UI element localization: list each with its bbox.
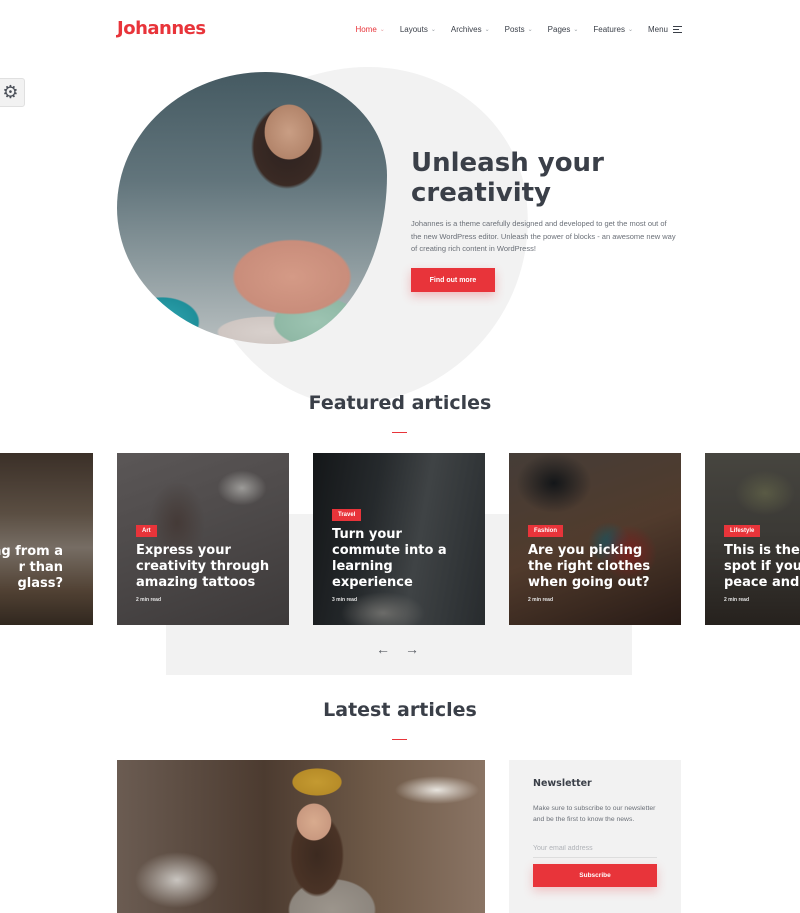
read-time: 2 min read: [136, 597, 162, 603]
hero-description: Johannes is a theme carefully designed a…: [411, 219, 676, 253]
arrow-left-icon[interactable]: ←: [376, 642, 390, 656]
nav-item-archives[interactable]: Archives ⌄: [451, 25, 490, 34]
newsletter-description: Make sure to subscribe to our newsletter…: [533, 805, 656, 823]
featured-card[interactable]: Lifestyle This is the p spot if you peac…: [705, 453, 800, 625]
latest-articles-title: Latest articles: [323, 699, 477, 721]
nav-label: Features: [593, 25, 625, 34]
card-title-line: Turn your: [332, 527, 402, 542]
card-title[interactable]: This is the p spot if you peace and: [724, 543, 800, 591]
nav-label: Layouts: [399, 25, 428, 34]
card-content: Travel Turn your commute into a learning…: [332, 503, 485, 603]
card-title[interactable]: ng from a r than glass?: [0, 544, 93, 592]
hero-title-line: Unleash your: [411, 148, 604, 178]
card-title-line: ng from a: [0, 544, 63, 559]
card-title-line: when going out?: [528, 575, 650, 590]
chevron-down-icon: ⌄: [627, 27, 633, 33]
nav-item-posts[interactable]: Posts ⌄: [505, 25, 533, 34]
featured-card[interactable]: Art Express your creativity through amaz…: [117, 453, 289, 625]
chevron-down-icon: ⌄: [484, 27, 490, 33]
chevron-down-icon: ⌄: [527, 27, 533, 33]
card-title-line: commute into a: [332, 543, 447, 558]
nav-item-layouts[interactable]: Layouts ⌄: [400, 25, 436, 34]
hero-title: Unleash your creativity: [411, 148, 671, 208]
card-content: ng from a r than glass?: [0, 544, 93, 592]
hamburger-icon: [673, 26, 682, 33]
card-overlay: [0, 453, 93, 625]
card-content: Art Express your creativity through amaz…: [136, 519, 289, 603]
card-title-line: the right clothes: [528, 559, 651, 574]
card-content: Lifestyle This is the p spot if you peac…: [724, 519, 800, 603]
nav-item-home[interactable]: Home ⌄: [355, 25, 384, 34]
card-title-line: This is the p: [724, 543, 800, 558]
nav-item-features[interactable]: Features ⌄: [593, 25, 633, 34]
newsletter-title: Newsletter: [533, 778, 592, 789]
card-title-line: learning: [332, 559, 393, 574]
settings-button[interactable]: ⚙: [0, 78, 25, 107]
card-title-line: creativity through: [136, 559, 270, 574]
newsletter-widget: Newsletter Make sure to subscribe to our…: [509, 760, 681, 913]
card-title[interactable]: Are you picking the right clothes when g…: [528, 543, 681, 591]
category-badge[interactable]: Travel: [332, 509, 362, 521]
card-title-line: amazing tattoos: [136, 575, 256, 590]
card-title-line: peace and: [724, 575, 800, 590]
chevron-down-icon: ⌄: [379, 27, 385, 33]
main-nav: Home ⌄ Layouts ⌄ Archives ⌄ Posts ⌄ Page…: [340, 25, 682, 34]
card-title-line: r than: [18, 560, 63, 575]
chevron-down-icon: ⌄: [430, 27, 436, 33]
chevron-down-icon: ⌄: [573, 27, 579, 33]
card-title[interactable]: Express your creativity through amazing …: [136, 543, 289, 591]
nav-label: Pages: [547, 25, 571, 34]
latest-article-image[interactable]: [117, 760, 485, 913]
category-badge[interactable]: Art: [136, 525, 157, 537]
card-title-line: glass?: [17, 576, 63, 591]
card-title[interactable]: Turn your commute into a learning experi…: [332, 527, 485, 591]
subscribe-button[interactable]: Subscribe: [533, 864, 657, 887]
card-title-line: experience: [332, 575, 413, 590]
section-divider: [392, 432, 407, 433]
read-time: 3 min read: [332, 597, 358, 603]
menu-button[interactable]: Menu: [648, 25, 682, 34]
arrow-right-icon[interactable]: →: [405, 642, 419, 656]
featured-card[interactable]: Travel Turn your commute into a learning…: [313, 453, 485, 625]
card-title-line: spot if you: [724, 559, 800, 574]
menu-label: Menu: [647, 25, 668, 34]
email-field[interactable]: [533, 840, 657, 858]
hero-image: [117, 72, 387, 344]
slider-controls: ← →: [376, 642, 419, 656]
featured-card[interactable]: ng from a r than glass?: [0, 453, 93, 625]
nav-label: Archives: [450, 25, 482, 34]
find-out-more-button[interactable]: Find out more: [411, 268, 495, 292]
card-content: Fashion Are you picking the right clothe…: [528, 519, 681, 603]
nav-label: Home: [355, 25, 377, 34]
gear-icon: ⚙: [2, 82, 19, 102]
category-badge[interactable]: Fashion: [528, 525, 564, 537]
featured-articles-title: Featured articles: [308, 392, 492, 414]
card-title-line: Are you picking: [528, 543, 643, 558]
site-header: Johannes Home ⌄ Layouts ⌄ Archives ⌄ Pos…: [0, 0, 800, 60]
nav-label: Posts: [504, 25, 525, 34]
read-time: 2 min read: [724, 597, 750, 603]
category-badge[interactable]: Lifestyle: [724, 525, 761, 537]
card-title-line: Express your: [136, 543, 231, 558]
nav-item-pages[interactable]: Pages ⌄: [548, 25, 579, 34]
read-time: 2 min read: [528, 597, 554, 603]
hero-title-line: creativity: [411, 178, 551, 208]
section-divider: [392, 739, 407, 740]
site-logo[interactable]: Johannes: [117, 18, 206, 39]
featured-card[interactable]: Fashion Are you picking the right clothe…: [509, 453, 681, 625]
